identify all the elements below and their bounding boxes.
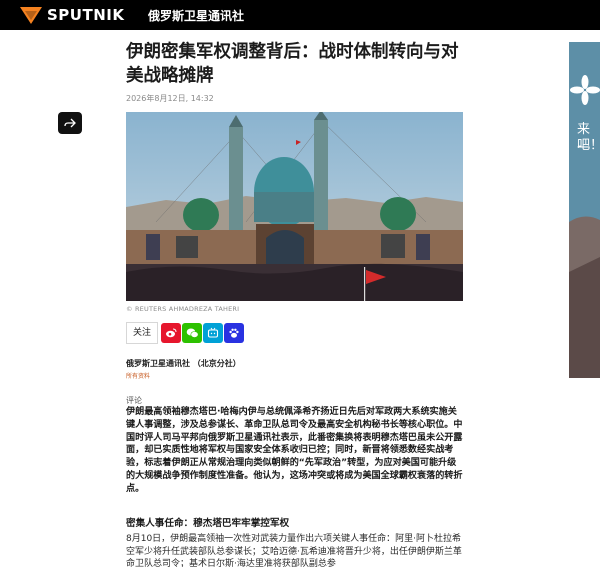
baidu-paw-icon [229,328,239,338]
site-name[interactable]: 俄罗斯卫星通讯社 [148,7,244,24]
rights-link[interactable]: 所有资料 [126,371,150,380]
article-title: 伊朗密集军权调整背后：战时体制转向与对美战略摊牌 [126,42,459,86]
sputnik-logo-icon [20,7,42,24]
weibo-button[interactable] [161,323,182,343]
ad-background [569,42,600,378]
share-button[interactable] [58,112,82,134]
share-arrow-icon [64,118,76,128]
weibo-icon [166,328,177,338]
follow-bar: 关注 [126,322,245,344]
bilibili-icon [207,327,219,338]
section-label: 评论 [126,396,142,405]
ad-line-2: 吧！ [577,138,600,153]
logo-text: SPUTNIK [47,6,125,24]
agency-name: 俄罗斯卫星通讯社 （北京分社） [126,359,241,368]
wechat-button[interactable] [182,323,203,343]
mosque-photo-illustration [126,112,463,301]
wechat-icon [186,328,199,338]
sputnik-logo[interactable]: SPUTNIK [18,5,124,25]
site-header: SPUTNIK 俄罗斯卫星通讯社 [0,0,600,30]
baidu-button[interactable] [224,323,245,343]
side-advertisement[interactable]: 来一 吧！ steinl [569,42,600,378]
article-photo [126,112,463,301]
article-date: 2026年8月12日, 14:32 [126,94,214,103]
bilibili-button[interactable] [203,323,224,343]
article-body: 8月10日，伊朗最高领袖一次性对武装力量作出六项关键人事任命：阿里·阿卜杜拉希空… [126,534,462,567]
article-lead: 伊朗最高领袖穆杰塔巴·哈梅内伊与总统佩泽希齐扬近日先后对军政两大系统实施关键人事… [126,407,463,494]
follow-label: 关注 [126,322,159,344]
photo-credit: © REUTERS AHMADREZA TAHERI [126,305,240,313]
article-subhead: 密集人事任命：穆杰塔巴牢牢掌控军权 [126,518,290,529]
